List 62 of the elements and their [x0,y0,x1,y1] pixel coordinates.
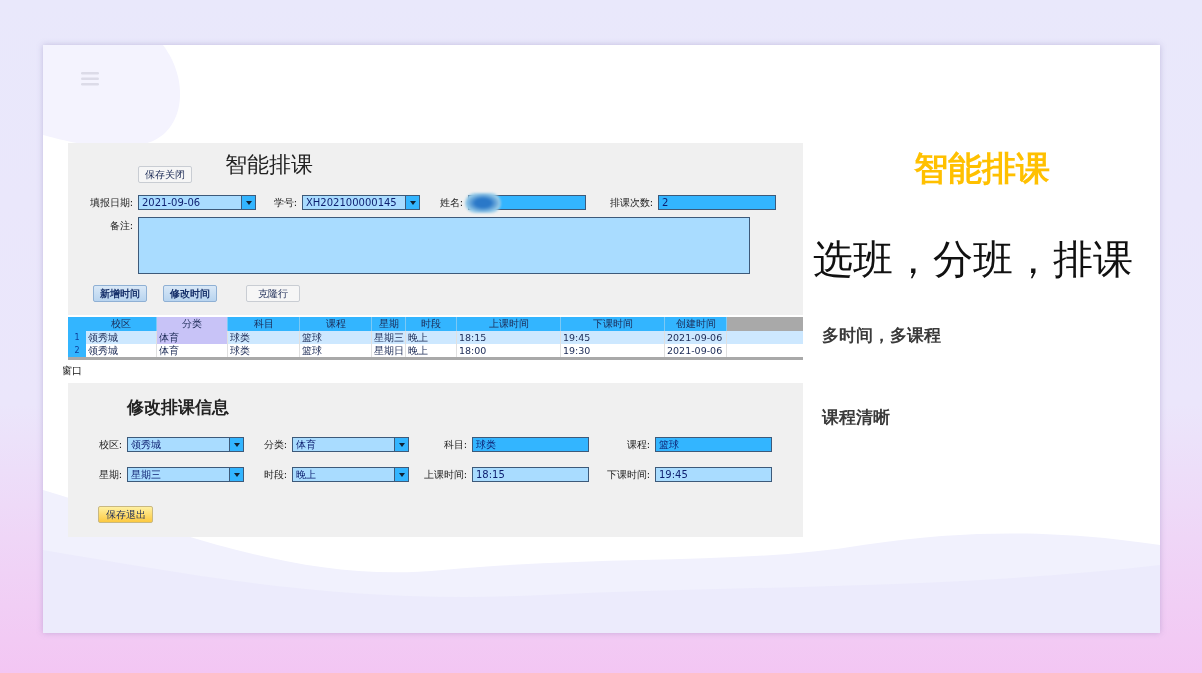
edit-title: 修改排课信息 [127,396,230,419]
column-header[interactable]: 校区 [86,317,157,331]
redaction-blur [465,192,501,213]
column-header[interactable]: 时段 [406,317,457,331]
column-header[interactable]: 下课时间 [561,317,665,331]
field-label: 星期: [97,467,122,482]
dropdown-field[interactable]: 领秀城 [127,437,244,452]
table-cell: 晚上 [406,344,457,357]
table-cell: 球类 [228,344,300,357]
field-label: 时段: [262,467,287,482]
table-row[interactable]: 1 领秀城 体育 球类 篮球 星期三 晚上 18:15 19:45 2021-09-06 [68,331,803,344]
save-exit-button[interactable]: 保存退出 [98,506,153,523]
input-field[interactable]: 18:15 [472,467,589,482]
input-field[interactable]: 球类 [472,437,589,452]
column-header[interactable]: 星期 [372,317,406,331]
table-cell: 19:30 [561,344,665,357]
table-cell: 星期日 [372,344,406,357]
form-title: 智能排课 [225,151,313,179]
column-header[interactable]: 分类 [157,317,228,331]
dropdown-field[interactable]: 晚上 [292,467,409,482]
slide-headline: 选班，分班，排课 [813,235,1134,284]
field-label: 课程: [625,437,650,452]
column-header[interactable]: 科目 [228,317,300,331]
input-field[interactable]: 篮球 [655,437,772,452]
table-cell: 篮球 [300,344,372,357]
field-label: 备注: [108,219,133,233]
field-label: 姓名: [438,195,463,210]
dropdown-field[interactable]: 2021-09-06 [138,195,256,210]
bullet-point: 多时间，多课程 [822,324,942,346]
dropdown-field[interactable]: 体育 [292,437,409,452]
table-cell: 2021-09-06 [665,344,727,357]
bullet-point: 课程清晰 [822,406,891,428]
row-number: 1 [68,331,86,344]
remark-field[interactable] [138,217,750,274]
input-field[interactable]: 19:45 [655,467,772,482]
row-number: 2 [68,344,86,357]
save-close-button[interactable]: 保存关闭 [138,166,192,183]
field-label: 学号: [272,195,297,210]
action-button[interactable]: 新增时间 [93,285,147,302]
field-label: 科目: [442,437,467,452]
action-button[interactable]: 克隆行 [246,285,300,302]
column-header[interactable]: 课程 [300,317,372,331]
window-label: 窗口 [62,365,83,377]
field-label: 排课次数: [608,195,653,210]
action-button[interactable]: 修改时间 [163,285,217,302]
column-header[interactable]: 创建时间 [665,317,727,331]
field-label: 校区: [97,437,122,452]
table-cell: 领秀城 [86,344,157,357]
field-label: 上课时间: [422,467,467,482]
table-row[interactable]: 2 领秀城 体育 球类 篮球 星期日 晚上 18:00 19:30 2021-09-06 [68,344,803,357]
field-label: 分类: [262,437,287,452]
dropdown-field[interactable]: 星期三 [127,467,244,482]
dropdown-field[interactable]: XH202100000145 [302,195,420,210]
table-cell: 体育 [157,331,228,344]
field-label: 下课时间: [605,467,650,482]
column-header[interactable]: 上课时间 [457,317,561,331]
input-field[interactable]: 2 [658,195,776,210]
input-field[interactable] [468,195,586,210]
slide-title: 智能排课 [912,148,1051,188]
field-label: 填报日期: [88,195,133,210]
table-cell: 18:00 [457,344,561,357]
table-cell: 体育 [157,344,228,357]
